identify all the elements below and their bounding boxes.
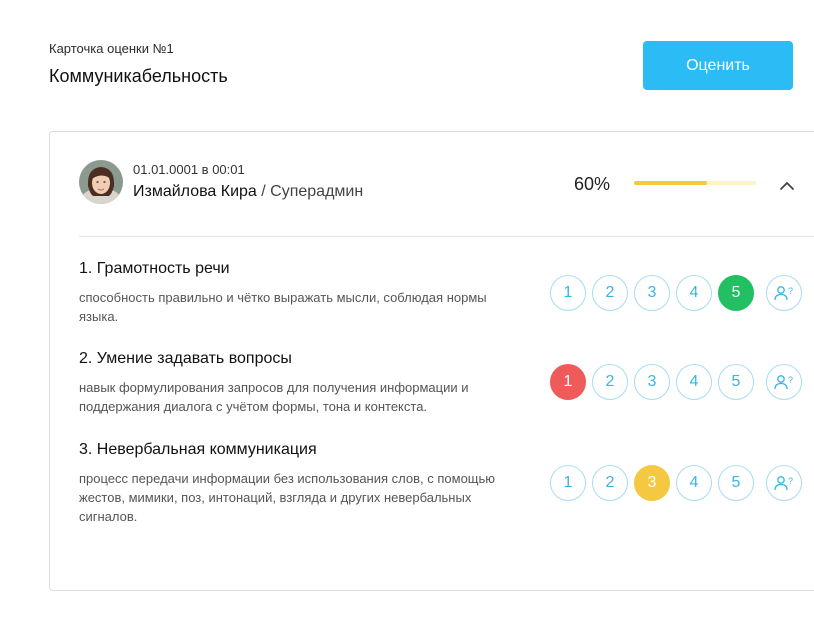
divider [79, 236, 814, 237]
rating-group-2: 1 2 3 4 5? [550, 364, 802, 400]
chevron-up-icon[interactable] [779, 178, 795, 190]
rating-option-2[interactable]: 2 [592, 465, 628, 501]
page-title: Коммуникабельность [49, 66, 228, 86]
rating-option-2[interactable]: 2 [592, 275, 628, 311]
criterion-title: 1. Грамотность речи [79, 260, 230, 277]
card-subtitle: Карточка оценки №1 [49, 41, 174, 56]
criterion-description: навык формулирования запросов для получе… [79, 380, 469, 414]
svg-text:?: ? [788, 476, 793, 486]
rating-option-5[interactable]: 5 [718, 364, 754, 400]
criterion-description: способность правильно и чётко выражать м… [79, 290, 487, 324]
rating-option-3[interactable]: 3 [634, 275, 670, 311]
rate-button[interactable]: Оценить [643, 41, 793, 90]
rating-group-3: 1 2 3 4 5? [550, 465, 802, 501]
progress-percent: 60% [574, 174, 611, 194]
user-name: Измайлова Кира [133, 183, 257, 200]
rating-option-4[interactable]: 4 [676, 275, 712, 311]
progress-bar [634, 181, 756, 185]
rating-option-4[interactable]: 4 [676, 364, 712, 400]
svg-text:?: ? [788, 286, 793, 296]
rating-option-4[interactable]: 4 [676, 465, 712, 501]
criterion-title: 3. Невербальная коммуникация [79, 441, 317, 458]
rating-group-1: 1 2 3 4 5? [550, 275, 802, 311]
user-question-icon[interactable]: ? [766, 364, 802, 400]
criterion-3: 3. Невербальная коммуникация процесс пер… [79, 441, 529, 526]
rating-option-5[interactable]: 5 [718, 275, 754, 311]
progress-bar-fill [634, 181, 708, 185]
rating-option-1[interactable]: 1 [550, 275, 586, 311]
criterion-1: 1. Грамотность речи способность правильн… [79, 260, 529, 326]
rating-option-3[interactable]: 3 [634, 465, 670, 501]
user-info: Измайлова Кира / Суперадмин [133, 183, 363, 201]
svg-text:?: ? [788, 375, 793, 385]
rating-option-1[interactable]: 1 [550, 364, 586, 400]
rating-option-1[interactable]: 1 [550, 465, 586, 501]
criterion-2: 2. Умение задавать вопросы навык формули… [79, 350, 529, 416]
criterion-description: процесс передачи информации без использо… [79, 471, 496, 524]
user-question-icon[interactable]: ? [766, 465, 802, 501]
criterion-title: 2. Умение задавать вопросы [79, 350, 292, 367]
rating-option-2[interactable]: 2 [592, 364, 628, 400]
rating-option-5[interactable]: 5 [718, 465, 754, 501]
evaluation-date: 01.01.0001 в 00:01 [133, 162, 245, 177]
user-role: / Суперадмин [261, 183, 364, 200]
rating-option-3[interactable]: 3 [634, 364, 670, 400]
avatar [79, 160, 123, 204]
user-question-icon[interactable]: ? [766, 275, 802, 311]
